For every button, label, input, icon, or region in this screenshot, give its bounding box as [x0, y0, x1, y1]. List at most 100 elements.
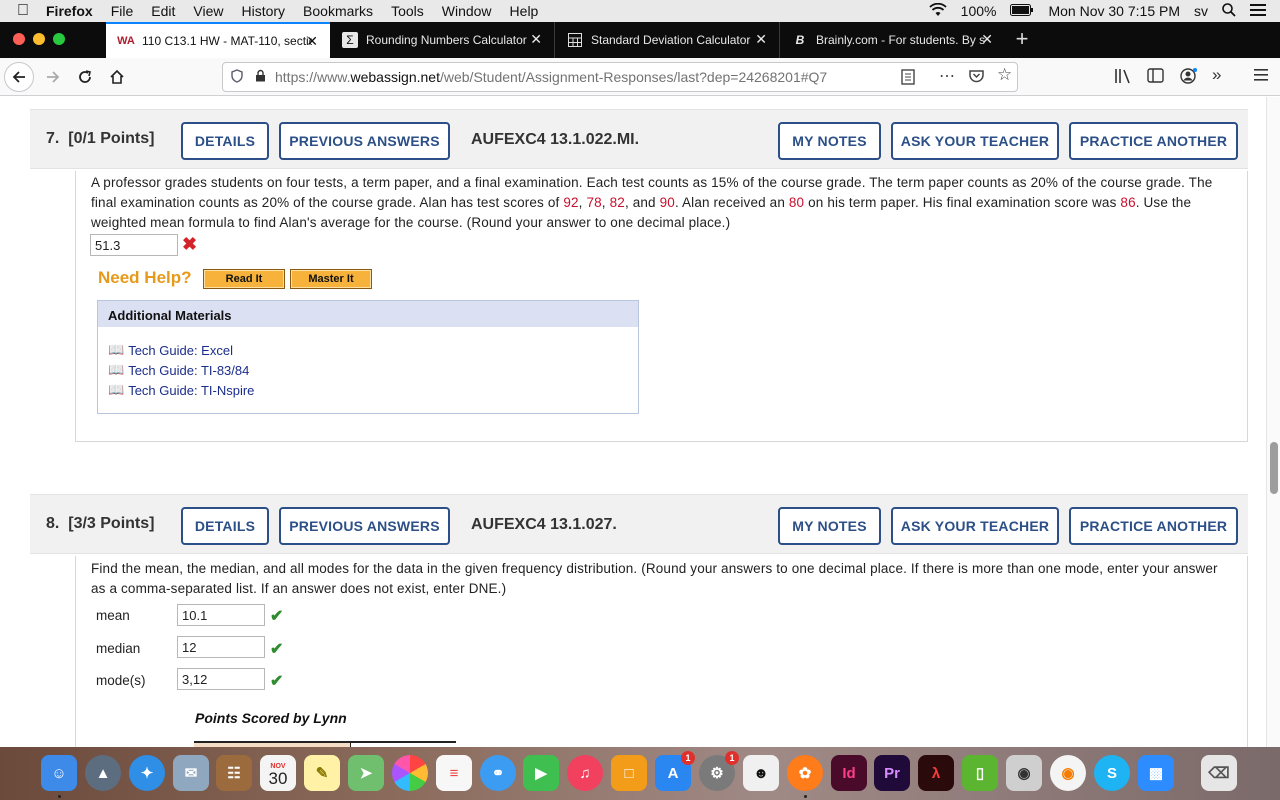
notification-center-icon[interactable]: [1250, 3, 1266, 20]
q8-previous-answers-button[interactable]: PREVIOUS ANSWERS: [279, 507, 450, 545]
library-icon[interactable]: [1114, 68, 1132, 88]
read-it-button[interactable]: Read It: [203, 269, 285, 289]
back-arrow-icon[interactable]: [4, 62, 34, 92]
system-preferences-icon[interactable]: ⚙ 1: [699, 751, 739, 791]
lock-icon[interactable]: [255, 69, 269, 85]
menu-app-name[interactable]: Firefox: [46, 3, 93, 19]
menu-file[interactable]: File: [111, 3, 134, 19]
menu-history[interactable]: History: [241, 3, 285, 19]
tab-close-icon[interactable]: ✕: [530, 31, 542, 48]
new-tab-plus-icon[interactable]: +: [1010, 22, 1034, 58]
q8-details-button[interactable]: DETAILS: [181, 507, 269, 545]
url-bar[interactable]: https://www.webassign.net/web/Student/As…: [222, 62, 1018, 92]
mail-icon[interactable]: ✉: [173, 755, 209, 791]
question-8-header: 8. [3/3 Points] DETAILS PREVIOUS ANSWERS…: [30, 494, 1248, 554]
safari-icon[interactable]: ✦: [129, 755, 165, 791]
premiere-icon[interactable]: Pr: [874, 755, 910, 791]
q7-ask-teacher-button[interactable]: ASK YOUR TEACHER: [891, 122, 1059, 160]
tracking-shield-icon[interactable]: [231, 68, 247, 86]
apple-logo-icon[interactable]: : [0, 2, 46, 20]
q8-question-text: Find the mean, the median, and all modes…: [91, 561, 1218, 596]
forward-arrow-icon[interactable]: [39, 63, 67, 91]
window-zoom-button[interactable]: [53, 33, 65, 45]
window-close-button[interactable]: [13, 33, 25, 45]
messages-icon[interactable]: ⚭: [480, 755, 516, 791]
menu-edit[interactable]: Edit: [151, 3, 175, 19]
launchpad-icon[interactable]: ▲: [85, 755, 121, 791]
q7-details-button[interactable]: DETAILS: [181, 122, 269, 160]
tab-brainly[interactable]: B Brainly.com - For students. By s ✕: [780, 22, 1005, 58]
window-minimize-button[interactable]: [33, 33, 45, 45]
app-icon[interactable]: ☻: [743, 755, 779, 791]
notes-icon[interactable]: ✎: [304, 755, 340, 791]
firefox-icon[interactable]: ✿: [787, 755, 823, 791]
q7-previous-answers-button[interactable]: PREVIOUS ANSWERS: [279, 122, 450, 160]
tech-guide-ti83-link[interactable]: 📖 Tech Guide: TI-83/84: [108, 362, 249, 378]
menubar-clock[interactable]: Mon Nov 30 7:15 PM: [1048, 3, 1180, 19]
bluestacks-icon[interactable]: ▯: [962, 755, 998, 791]
facetime-icon[interactable]: ▶: [523, 755, 559, 791]
q7-practice-another-button[interactable]: PRACTICE ANOTHER: [1069, 122, 1238, 160]
mean-input[interactable]: 10.1: [177, 604, 265, 626]
page-actions-icon[interactable]: ⋯: [939, 66, 955, 86]
page-scrollbar[interactable]: [1266, 97, 1280, 747]
tab-title: 110 C13.1 HW - MAT-110, sectio: [142, 34, 312, 48]
scrollbar-thumb[interactable]: [1270, 442, 1278, 494]
blender-icon[interactable]: ◉: [1050, 755, 1086, 791]
contacts-icon[interactable]: ☷: [216, 755, 252, 791]
q7-my-notes-button[interactable]: MY NOTES: [778, 122, 881, 160]
url-text[interactable]: https://www.webassign.net/web/Student/As…: [275, 69, 827, 85]
menu-window[interactable]: Window: [442, 3, 492, 19]
tech-guide-excel-link[interactable]: 📖 Tech Guide: Excel: [108, 342, 233, 358]
tech-guide-excel-label[interactable]: Tech Guide: Excel: [128, 343, 233, 358]
reminders-icon[interactable]: ≡: [436, 755, 472, 791]
reader-view-icon[interactable]: [901, 69, 915, 88]
skype-icon[interactable]: S: [1094, 755, 1130, 791]
tab-close-icon[interactable]: ✕: [755, 31, 767, 48]
tech-guide-tinspire-label[interactable]: Tech Guide: TI-Nspire: [128, 383, 254, 398]
tech-guide-tinspire-link[interactable]: 📖 Tech Guide: TI-Nspire: [108, 382, 254, 398]
account-icon[interactable]: [1180, 68, 1198, 88]
master-it-button[interactable]: Master It: [290, 269, 372, 289]
tab-webassign[interactable]: WA 110 C13.1 HW - MAT-110, sectio ✕: [106, 22, 330, 58]
trash-icon[interactable]: ⌫: [1201, 755, 1237, 791]
q8-ask-teacher-button[interactable]: ASK YOUR TEACHER: [891, 507, 1059, 545]
photos-icon[interactable]: [392, 755, 428, 791]
modes-input[interactable]: 3,12: [177, 668, 265, 690]
acrobat-icon[interactable]: λ: [918, 755, 954, 791]
wifi-icon[interactable]: [929, 2, 947, 20]
menu-view[interactable]: View: [193, 3, 223, 19]
bookmark-star-icon[interactable]: ☆: [997, 65, 1012, 85]
battery-icon[interactable]: [1010, 3, 1034, 19]
tab-close-icon[interactable]: ✕: [306, 33, 318, 50]
indesign-icon[interactable]: Id: [831, 755, 867, 791]
q7-answer-input[interactable]: 51.3: [90, 234, 178, 256]
finder-icon[interactable]: ☺: [41, 755, 77, 791]
menu-tools[interactable]: Tools: [391, 3, 424, 19]
q8-my-notes-button[interactable]: MY NOTES: [778, 507, 881, 545]
q8-practice-another-button[interactable]: PRACTICE ANOTHER: [1069, 507, 1238, 545]
menu-help[interactable]: Help: [510, 3, 539, 19]
books-icon[interactable]: □: [611, 755, 647, 791]
reload-icon[interactable]: [71, 63, 99, 91]
home-icon[interactable]: [103, 63, 131, 91]
pocket-icon[interactable]: [969, 69, 984, 86]
zoom-icon[interactable]: ▩: [1138, 755, 1174, 791]
calendar-icon[interactable]: NOV 30: [260, 755, 296, 791]
spotlight-search-icon[interactable]: [1222, 2, 1236, 20]
app-store-icon[interactable]: A 1: [655, 751, 695, 791]
menu-bookmarks[interactable]: Bookmarks: [303, 3, 373, 19]
tab-close-icon[interactable]: ✕: [981, 31, 993, 48]
modes-label: mode(s): [96, 673, 146, 688]
hamburger-menu-icon[interactable]: [1254, 68, 1268, 85]
menubar-user[interactable]: sv: [1194, 3, 1208, 19]
sidebar-icon[interactable]: [1147, 68, 1164, 87]
maps-icon[interactable]: ➤: [348, 755, 384, 791]
dvd-player-icon[interactable]: ◉: [1006, 755, 1042, 791]
overflow-menu-chevron-icon[interactable]: »: [1212, 65, 1221, 85]
tab-std-dev-calculator[interactable]: Standard Deviation Calculator ✕: [555, 22, 780, 58]
music-icon[interactable]: ♫: [567, 755, 603, 791]
median-input[interactable]: 12: [177, 636, 265, 658]
tech-guide-ti83-label[interactable]: Tech Guide: TI-83/84: [128, 363, 249, 378]
tab-rounding-calculator[interactable]: Σ Rounding Numbers Calculator ✕: [330, 22, 555, 58]
